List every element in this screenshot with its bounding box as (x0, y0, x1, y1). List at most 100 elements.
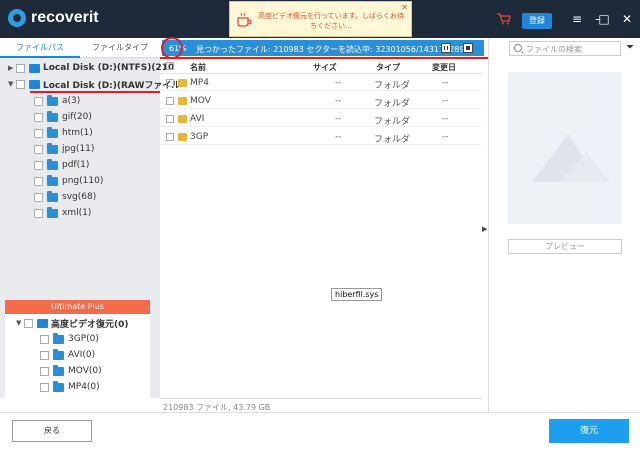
checkbox[interactable] (16, 63, 25, 73)
preview-button[interactable]: プレビュー (508, 239, 622, 254)
column-date[interactable]: 変更日 (432, 62, 456, 73)
preview-area (508, 72, 622, 224)
row-date: -- (442, 96, 449, 106)
table-row[interactable]: AVI -- フォルダ -- (160, 111, 482, 127)
checkbox[interactable] (34, 144, 43, 154)
close-icon[interactable]: ✕ (620, 12, 634, 26)
column-size[interactable]: サイズ (313, 62, 337, 73)
tab-file-type[interactable]: ファイルタイプ (80, 38, 160, 58)
checkbox[interactable] (34, 160, 43, 170)
select-all-checkbox[interactable] (166, 62, 174, 70)
expand-arrow-icon[interactable]: ▶ (8, 64, 16, 72)
register-button[interactable]: 登録 (522, 13, 552, 29)
checkbox[interactable] (34, 176, 43, 186)
row-checkbox[interactable] (166, 97, 174, 105)
back-button[interactable]: 戻る (12, 420, 92, 442)
folder-icon (47, 158, 58, 170)
folder-icon (178, 97, 187, 105)
table-row[interactable]: MP4 -- フォルダ -- (160, 75, 482, 91)
video-item-label: AVI(0) (68, 350, 96, 360)
tree-folder[interactable]: png(110) (34, 174, 103, 188)
collapse-arrow-icon[interactable]: ▼ (16, 319, 24, 327)
filter-icon[interactable]: ⏷ (626, 43, 636, 53)
column-type[interactable]: タイプ (376, 62, 400, 73)
tree-folder[interactable]: a(3) (34, 94, 80, 108)
video-item-label: 3GP(0) (68, 334, 99, 344)
checkbox[interactable] (40, 350, 49, 360)
drive-icon (29, 79, 40, 89)
row-date: -- (442, 114, 449, 124)
bottom-bar: 戻る 復元 (0, 412, 640, 450)
video-folder-icon (37, 318, 48, 328)
checkbox[interactable] (34, 96, 43, 106)
row-name: 3GP (190, 132, 209, 142)
row-type: フォルダ (374, 81, 411, 91)
advanced-video-label: 高度ビデオ復元(0) (51, 319, 129, 330)
checkbox[interactable] (40, 382, 49, 392)
checkbox[interactable] (40, 334, 49, 344)
tree-folder[interactable]: xml(1) (34, 206, 91, 220)
folder-label: png(110) (62, 176, 104, 186)
file-list-header: 名前 サイズ タイプ 変更日 (160, 60, 482, 74)
tree-folder[interactable]: pdf(1) (34, 158, 89, 172)
folder-label: a(3) (62, 96, 81, 106)
tree-video-item[interactable]: 3GP(0) (40, 332, 99, 346)
checkbox[interactable] (24, 318, 33, 328)
tree-folder[interactable]: htm(1) (34, 126, 93, 140)
progress-toast: 高度ビデオ復元を行っています。しばらくお待ちください... ✕ (229, 1, 412, 37)
maximize-icon[interactable]: □ (597, 12, 611, 26)
checkbox[interactable] (34, 192, 43, 202)
folder-icon (47, 142, 58, 154)
row-checkbox[interactable] (166, 115, 174, 123)
table-row[interactable]: MOV -- フォルダ -- (160, 93, 482, 109)
checkbox[interactable] (34, 112, 43, 122)
row-checkbox[interactable] (166, 79, 174, 87)
row-checkbox[interactable] (166, 133, 174, 141)
tree-video-item[interactable]: MOV(0) (40, 364, 102, 378)
tree-drive-raw[interactable]: ▼ Local Disk (D:)(RAWファイル (8, 77, 180, 91)
tree-video-item[interactable]: MP4(0) (40, 380, 100, 394)
column-name[interactable]: 名前 (190, 62, 206, 73)
stop-icon[interactable] (463, 43, 473, 53)
highlight-line (160, 57, 490, 59)
scan-status-text: 見つかったファイル: 210983 セクターを読込中: 32301056/143… (196, 45, 465, 54)
pause-icon[interactable] (441, 43, 451, 53)
cart-icon[interactable] (497, 13, 511, 25)
checkbox[interactable] (34, 128, 43, 138)
tree-drive-ntfs[interactable]: ▶ Local Disk (D:)(NTFS)(210 (8, 61, 174, 75)
toast-close-icon[interactable]: ✕ (401, 3, 408, 12)
checkbox[interactable] (40, 366, 49, 376)
table-row[interactable]: 3GP -- フォルダ -- (160, 129, 482, 145)
panel-collapse-icon[interactable]: ▶ (482, 225, 487, 233)
row-size: -- (335, 114, 342, 124)
folder-icon (47, 174, 58, 186)
preview-panel: ファイルの検索 ⏷ プレビュー (488, 38, 640, 412)
row-name: AVI (190, 114, 205, 124)
tab-file-path[interactable]: ファイルパス (0, 38, 80, 58)
folder-icon (178, 133, 187, 141)
folder-label: svg(68) (62, 192, 97, 202)
folder-icon (47, 94, 58, 106)
tree-folder[interactable]: gif(20) (34, 110, 92, 124)
search-input[interactable]: ファイルの検索 (509, 41, 621, 56)
tree-video-item[interactable]: AVI(0) (40, 348, 95, 362)
folder-icon (47, 206, 58, 218)
recover-button[interactable]: 復元 (549, 419, 629, 443)
tree-folder[interactable]: jpg(11) (34, 142, 94, 156)
folder-icon (53, 364, 64, 376)
folder-label: pdf(1) (62, 160, 90, 170)
collapse-arrow-icon[interactable]: ▼ (8, 80, 16, 88)
tree-advanced-video[interactable]: ▼ 高度ビデオ復元(0) (16, 316, 129, 330)
tree-folder[interactable]: svg(68) (34, 190, 96, 204)
menu-icon[interactable]: ≡ (570, 12, 584, 26)
highlight-circle (161, 37, 183, 59)
checkbox[interactable] (34, 208, 43, 218)
folder-label: xml(1) (62, 208, 92, 218)
folder-icon (47, 126, 58, 138)
scan-status-bar: 61% 見つかったファイル: 210983 セクターを読込中: 32301056… (160, 38, 488, 58)
app-logo: recoverit (8, 9, 99, 27)
folder-icon (47, 190, 58, 202)
app-name: recoverit (31, 9, 99, 26)
checkbox[interactable] (16, 79, 25, 89)
image-placeholder-icon (532, 134, 610, 182)
